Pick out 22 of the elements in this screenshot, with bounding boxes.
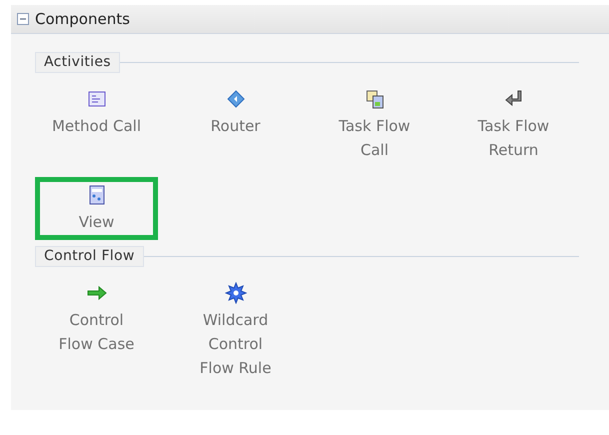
- palette-item[interactable]: Method Call: [35, 77, 158, 173]
- item-label: Router: [210, 116, 260, 137]
- palette-item[interactable]: Router: [174, 77, 297, 173]
- documents-icon: [364, 88, 386, 110]
- section-title: Control Flow: [35, 246, 144, 267]
- item-label: View: [78, 212, 114, 233]
- palette-item[interactable]: View: [35, 177, 158, 240]
- collapse-icon[interactable]: [17, 13, 29, 25]
- item-label: Method Call: [52, 116, 142, 137]
- palette-item[interactable]: Control Flow Case: [35, 271, 158, 391]
- palette-item[interactable]: Task Flow Call: [313, 77, 436, 173]
- panel-header[interactable]: Components: [11, 5, 609, 34]
- section-title: Activities: [35, 52, 120, 73]
- diamond-icon: [224, 88, 246, 110]
- panel-title: Components: [35, 10, 130, 28]
- item-label: Task Flow Call: [338, 116, 410, 161]
- palette-item[interactable]: Wildcard Control Flow Rule: [174, 271, 297, 391]
- palette-item[interactable]: Task Flow Return: [452, 77, 575, 173]
- item-label: Control Flow Case: [58, 310, 134, 355]
- item-label: Wildcard Control Flow Rule: [200, 310, 272, 379]
- item-label: Task Flow Return: [478, 116, 550, 161]
- star-icon: [224, 282, 246, 304]
